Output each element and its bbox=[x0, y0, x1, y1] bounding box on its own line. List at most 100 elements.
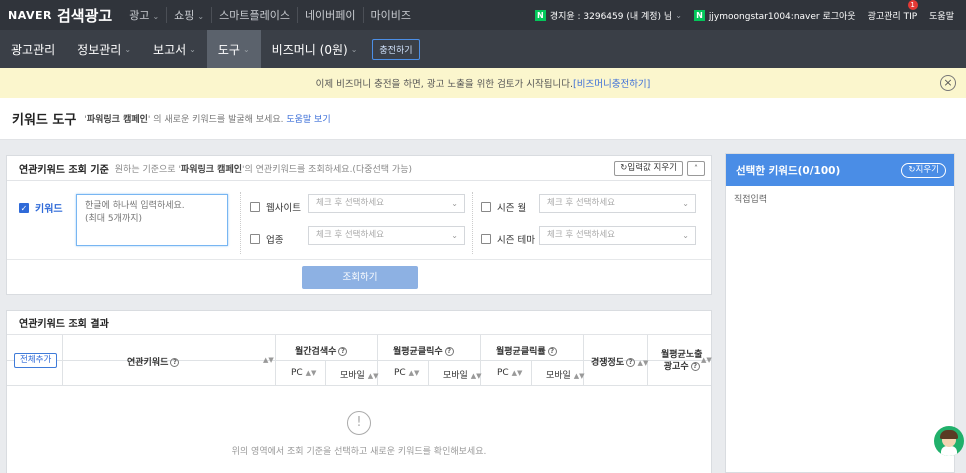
help-icon[interactable]: ? bbox=[626, 358, 636, 367]
keyword-input[interactable] bbox=[76, 194, 228, 246]
naver-logo: NAVER bbox=[8, 8, 52, 22]
chatbot-avatar-icon[interactable] bbox=[934, 426, 964, 456]
website-option[interactable]: 웹사이트 bbox=[250, 200, 301, 214]
top-nav-mybiz[interactable]: 마이비즈 bbox=[362, 7, 418, 23]
avatar-body bbox=[941, 446, 957, 456]
col-mobile-clicks[interactable]: 모바일 ▲▼ bbox=[443, 368, 482, 381]
chevron-down-icon: ⌄ bbox=[350, 44, 358, 54]
chevron-down-icon: ⌄ bbox=[124, 44, 132, 54]
selected-keywords-header: 선택한 키워드(0/100) ↻지우기 bbox=[726, 154, 954, 186]
season-theme-option[interactable]: 시즌 테마 bbox=[481, 232, 535, 246]
account-selector[interactable]: N 경지윤 : 3296459 (내 계정) 님 ⌄ bbox=[534, 9, 682, 22]
chevron-down-icon: ⌄ bbox=[197, 12, 205, 21]
col-header-keyword[interactable]: 연관키워드? bbox=[127, 355, 180, 368]
naver-n-icon: N bbox=[693, 9, 705, 21]
query-button[interactable]: 조회하기 bbox=[302, 266, 418, 289]
top-nav: 광고 ⌄ 쇼핑 ⌄ 스마트플레이스 네이버페이 마이비즈 bbox=[122, 7, 418, 23]
nav-info-manage[interactable]: 정보관리 ⌄ bbox=[66, 30, 142, 68]
top-nav-ads[interactable]: 광고 ⌄ bbox=[122, 7, 166, 23]
bizmoney-charge-link[interactable]: [비즈머니충전하기] bbox=[573, 76, 650, 90]
divider bbox=[240, 192, 241, 254]
keyword-checkbox[interactable]: ✓ bbox=[19, 202, 29, 213]
help-icon[interactable]: ? bbox=[547, 347, 557, 356]
season-theme-select[interactable]: 체크 후 선택하세요 ⌄ bbox=[539, 226, 696, 245]
divider bbox=[325, 360, 326, 385]
info-icon: ! bbox=[347, 411, 371, 435]
col-pc-ctr[interactable]: PC ▲▼ bbox=[497, 368, 522, 378]
results-header: 연관키워드 조회 결과 bbox=[7, 311, 711, 335]
direct-input-field[interactable]: 직접입력 bbox=[734, 192, 767, 205]
search-criteria-title: 연관키워드 조회 기준 bbox=[19, 164, 109, 176]
clear-selected-button[interactable]: ↻지우기 bbox=[901, 163, 946, 178]
divider bbox=[275, 360, 583, 361]
col-header-avg-ctr: 월평균클릭률? bbox=[496, 344, 557, 357]
top-nav-shopping[interactable]: 쇼핑 ⌄ bbox=[166, 7, 211, 23]
results-title: 연관키워드 조회 결과 bbox=[19, 319, 109, 330]
season-month-checkbox[interactable] bbox=[481, 202, 491, 212]
divider bbox=[472, 192, 473, 254]
page-title: 키워드 도구 bbox=[12, 113, 77, 128]
empty-state-text: 위의 영역에서 조회 기준을 선택하고 새로운 키워드를 확인해보세요. bbox=[231, 447, 487, 457]
col-header-competition[interactable]: 경쟁정도? ▲▼ bbox=[591, 355, 648, 368]
selected-keywords-title: 선택한 키워드(0/100) bbox=[736, 164, 841, 177]
col-mobile-search[interactable]: 모바일 ▲▼ bbox=[340, 368, 379, 381]
notice-text: 이제 비즈머니 충전을 하면, 광고 노출을 위한 검토가 시작됩니다. bbox=[315, 79, 574, 90]
brand-logo[interactable]: NAVER 검색광고 bbox=[8, 5, 112, 26]
industry-option[interactable]: 업종 bbox=[250, 232, 283, 246]
divider bbox=[7, 385, 711, 386]
notice-banner: 이제 비즈머니 충전을 하면, 광고 노출을 위한 검토가 시작됩니다. [비즈머… bbox=[0, 68, 966, 98]
search-criteria-desc: 원하는 기준으로 '파워링크 캠페인'의 연관키워드를 조회하세요.(다중선택 … bbox=[114, 164, 412, 175]
nav-ad-manage[interactable]: 광고관리 bbox=[0, 30, 66, 68]
sort-icon[interactable]: ▲▼ bbox=[635, 359, 649, 367]
help-link[interactable]: 도움말 bbox=[929, 9, 954, 22]
chevron-down-icon: ⌄ bbox=[451, 199, 458, 208]
user-logout[interactable]: N jjymoongstar1004:naver 로그아웃 bbox=[693, 9, 856, 22]
main-nav: 광고관리 정보관리 ⌄ 보고서 ⌄ 도구 ⌄ 비즈머니 (0원) ⌄ 충전하기 bbox=[0, 30, 966, 68]
refresh-icon: ↻ bbox=[908, 165, 916, 175]
help-icon[interactable]: ? bbox=[338, 347, 348, 356]
industry-select[interactable]: 체크 후 선택하세요 ⌄ bbox=[308, 226, 465, 245]
collapse-button[interactable]: ˄ bbox=[687, 161, 705, 176]
page-header: 키워드 도구 '파워링크 캠페인' 의 새로운 키워드를 발굴해 보세요. 도움… bbox=[0, 98, 966, 140]
top-nav-naverpay[interactable]: 네이버페이 bbox=[296, 7, 363, 23]
col-header-ad-count[interactable]: 월평균노출 광고수? bbox=[661, 349, 702, 373]
help-icon[interactable]: ? bbox=[690, 362, 700, 371]
chevron-down-icon: ⌄ bbox=[152, 12, 160, 21]
col-pc-clicks[interactable]: PC ▲▼ bbox=[394, 368, 419, 378]
chevron-up-icon: ˄ bbox=[694, 164, 698, 173]
close-icon[interactable]: × bbox=[940, 75, 956, 91]
brand-title: 검색광고 bbox=[56, 6, 113, 25]
reset-input-button[interactable]: ↻입력값 지우기 bbox=[614, 161, 683, 176]
nav-bizmoney[interactable]: 비즈머니 (0원) ⌄ bbox=[261, 30, 369, 68]
season-theme-checkbox[interactable] bbox=[481, 234, 491, 244]
website-select[interactable]: 체크 후 선택하세요 ⌄ bbox=[308, 194, 465, 213]
chevron-down-icon: ⌄ bbox=[682, 199, 689, 208]
nav-tools[interactable]: 도구 ⌄ bbox=[206, 30, 261, 68]
industry-checkbox[interactable] bbox=[250, 234, 260, 244]
add-all-button[interactable]: 전체추가 bbox=[14, 353, 58, 368]
help-guide-link[interactable]: 도움말 보기 bbox=[286, 115, 330, 125]
global-header: NAVER 검색광고 광고 ⌄ 쇼핑 ⌄ 스마트플레이스 네이버페이 마이비즈 N … bbox=[0, 0, 966, 30]
website-checkbox[interactable] bbox=[250, 202, 260, 212]
keyword-checkbox-label[interactable]: ✓ 키워드 bbox=[19, 200, 63, 215]
header-right: N 경지윤 : 3296459 (내 계정) 님 ⌄ N jjymoongstar… bbox=[534, 0, 966, 30]
top-nav-smartplace[interactable]: 스마트플레이스 bbox=[211, 7, 297, 23]
search-criteria-header: 연관키워드 조회 기준 원하는 기준으로 '파워링크 캠페인'의 연관키워드를 … bbox=[7, 156, 711, 181]
divider bbox=[531, 360, 532, 385]
col-pc-search[interactable]: PC ▲▼ bbox=[291, 368, 316, 378]
nav-report[interactable]: 보고서 ⌄ bbox=[142, 30, 207, 68]
ad-tip-link[interactable]: 광고관리 TIP 1 bbox=[868, 0, 918, 22]
col-header-monthly-search: 월간검색수? bbox=[295, 344, 348, 357]
divider bbox=[7, 259, 711, 260]
tip-count-badge: 1 bbox=[907, 0, 918, 10]
col-mobile-ctr[interactable]: 모바일 ▲▼ bbox=[546, 368, 585, 381]
naver-n-icon: N bbox=[534, 9, 546, 21]
season-month-select[interactable]: 체크 후 선택하세요 ⌄ bbox=[539, 194, 696, 213]
chevron-down-icon: ⌄ bbox=[675, 10, 682, 20]
charge-button[interactable]: 충전하기 bbox=[372, 38, 420, 60]
sort-icon[interactable]: ▲▼ bbox=[701, 356, 712, 364]
sort-icon[interactable]: ▲▼ bbox=[263, 356, 274, 364]
help-icon[interactable]: ? bbox=[170, 358, 180, 367]
season-month-option[interactable]: 시즌 월 bbox=[481, 200, 526, 214]
help-icon[interactable]: ? bbox=[444, 347, 454, 356]
